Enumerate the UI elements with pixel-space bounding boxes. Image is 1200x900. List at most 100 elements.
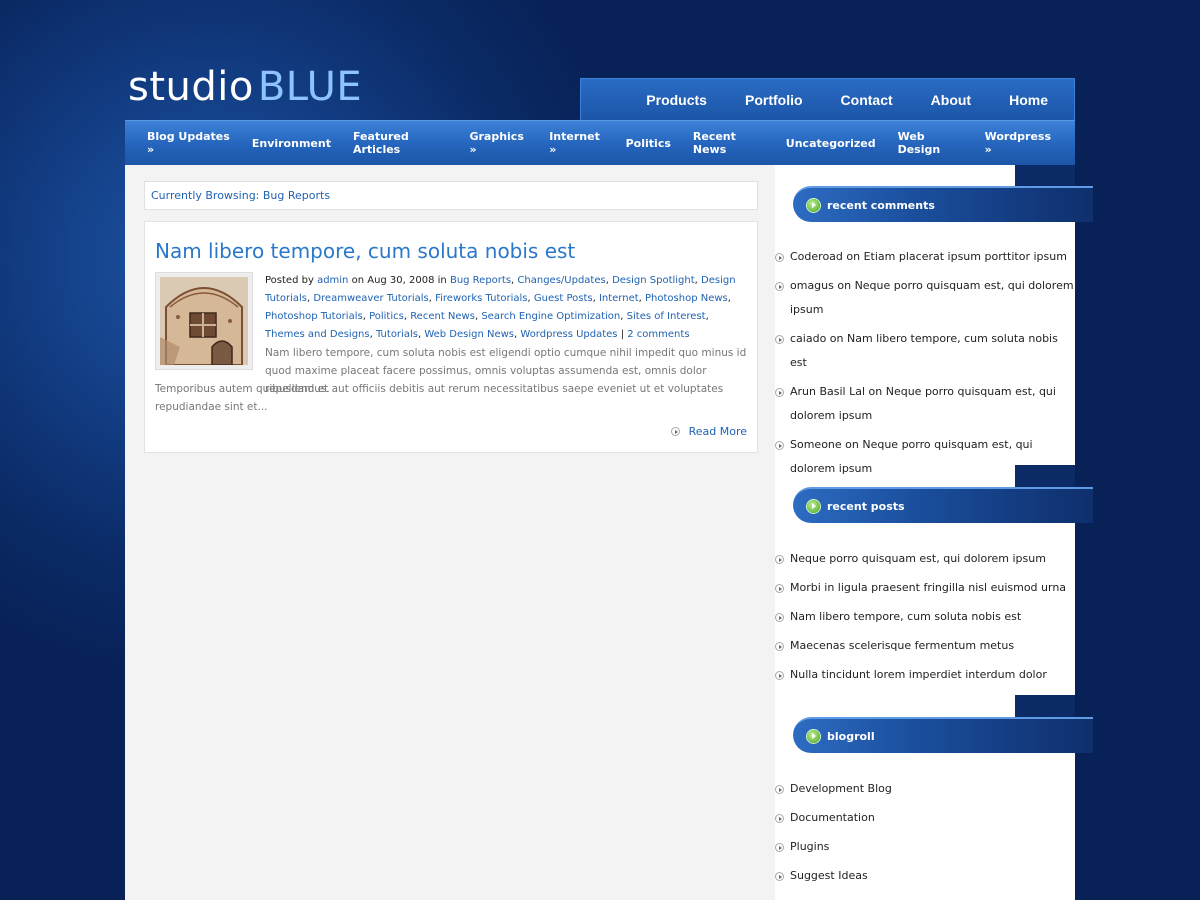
- list-item[interactable]: Suggest Ideas: [775, 864, 1075, 888]
- arrow-right-icon: [775, 282, 784, 291]
- blogroll-link[interactable]: Development Blog: [790, 777, 1075, 801]
- read-more-link[interactable]: Read More: [670, 425, 747, 438]
- arrow-right-icon: [775, 584, 784, 593]
- post-category-link[interactable]: Web Design News: [424, 329, 514, 340]
- blogroll-link[interactable]: Documentation: [790, 806, 1075, 830]
- logo-text-studio: studio: [128, 64, 254, 110]
- page-body: Currently Browsing: Bug Reports Nam libe…: [125, 165, 1093, 900]
- category-link-graphics[interactable]: Graphics »: [469, 130, 527, 156]
- list-item[interactable]: Plugins: [775, 835, 1075, 859]
- post-category-link[interactable]: Recent News: [410, 311, 475, 322]
- category-link-wordpress[interactable]: Wordpress »: [985, 130, 1053, 156]
- arrow-right-icon: [775, 253, 784, 262]
- list-item[interactable]: Nam libero tempore, cum soluta nobis est: [775, 605, 1075, 629]
- widget-header-recent-comments: recent comments: [793, 186, 1093, 222]
- main-content: Currently Browsing: Bug Reports Nam libe…: [125, 165, 775, 900]
- post-link[interactable]: Morbi in ligula praesent fringilla nisl …: [790, 576, 1075, 600]
- currently-browsing: Currently Browsing: Bug Reports: [144, 181, 758, 210]
- sidebar-cap: [1015, 695, 1075, 717]
- post-thumbnail[interactable]: [155, 272, 253, 370]
- post-category-link[interactable]: Wordpress Updates: [520, 329, 617, 340]
- blogroll-link[interactable]: Plugins: [790, 835, 1075, 859]
- comment-link[interactable]: omagus on Neque porro quisquam est, qui …: [790, 274, 1075, 322]
- arrow-right-icon: [775, 613, 784, 622]
- post-link[interactable]: Nam libero tempore, cum soluta nobis est: [790, 605, 1075, 629]
- list-item[interactable]: Arun Basil Lal on Neque porro quisquam e…: [775, 380, 1075, 428]
- category-link-web-design[interactable]: Web Design: [898, 130, 963, 156]
- post-category-link[interactable]: Internet: [599, 293, 639, 304]
- post-meta: Posted by admin on Aug 30, 2008 in Bug R…: [265, 275, 736, 340]
- comments-link[interactable]: 2 comments: [627, 329, 689, 340]
- arrow-right-icon: [670, 427, 680, 436]
- post-link[interactable]: Neque porro quisquam est, qui dolorem ip…: [790, 547, 1075, 571]
- read-more-label: Read More: [688, 425, 747, 438]
- list-item[interactable]: Coderoad on Etiam placerat ipsum porttit…: [775, 245, 1075, 269]
- list-item[interactable]: Nulla tincidunt lorem imperdiet interdum…: [775, 663, 1075, 687]
- top-navigation: Products Portfolio Contact About Home: [580, 78, 1075, 120]
- post-category-link[interactable]: Dreamweaver Tutorials: [313, 293, 428, 304]
- category-navigation: Blog Updates » Environment Featured Arti…: [125, 120, 1075, 165]
- category-link-blog-updates[interactable]: Blog Updates »: [147, 130, 230, 156]
- post-category-link[interactable]: Tutorials: [376, 329, 418, 340]
- post-category-link[interactable]: Design Spotlight: [612, 275, 695, 286]
- list-item[interactable]: Maecenas scelerisque fermentum metus: [775, 634, 1075, 658]
- post-entry: Nam libero tempore, cum soluta nobis est: [144, 221, 758, 453]
- list-item[interactable]: omagus on Neque porro quisquam est, qui …: [775, 274, 1075, 322]
- post-link[interactable]: Maecenas scelerisque fermentum metus: [790, 634, 1075, 658]
- category-link-politics[interactable]: Politics: [626, 137, 671, 150]
- arrow-right-icon: [775, 814, 784, 823]
- post-category-link[interactable]: Guest Posts: [534, 293, 593, 304]
- post-category-link[interactable]: Sites of Interest: [627, 311, 706, 322]
- category-link-uncategorized[interactable]: Uncategorized: [786, 137, 876, 150]
- post-category-link[interactable]: Search Engine Optimization: [481, 311, 620, 322]
- list-item[interactable]: caiado on Nam libero tempore, cum soluta…: [775, 327, 1075, 375]
- post-category-link[interactable]: Fireworks Tutorials: [435, 293, 527, 304]
- post-category-link[interactable]: Politics: [369, 311, 404, 322]
- arrow-right-icon: [775, 441, 784, 450]
- list-item[interactable]: Neque porro quisquam est, qui dolorem ip…: [775, 547, 1075, 571]
- site-logo[interactable]: studio BLUE: [128, 64, 362, 110]
- nav-link-about[interactable]: About: [931, 92, 971, 108]
- widget-title: recent comments: [827, 198, 935, 212]
- blogroll-link[interactable]: Suggest Ideas: [790, 864, 1075, 888]
- meta-separator: |: [620, 329, 625, 340]
- nav-link-portfolio[interactable]: Portfolio: [745, 92, 803, 108]
- post-author-link[interactable]: admin: [317, 275, 348, 286]
- nav-link-home[interactable]: Home: [1009, 92, 1048, 108]
- logo-text-blue: BLUE: [257, 64, 363, 110]
- widget-header-recent-posts: recent posts: [793, 487, 1093, 523]
- category-link-recent-news[interactable]: Recent News: [693, 130, 764, 156]
- go-arrow-icon: [807, 729, 820, 743]
- building-photo-icon: [160, 277, 248, 365]
- post-category-link[interactable]: Photoshop News: [645, 293, 728, 304]
- post-category-link[interactable]: Changes/Updates: [517, 275, 605, 286]
- recent-posts-list: Neque porro quisquam est, qui dolorem ip…: [775, 547, 1075, 692]
- post-category-link[interactable]: Photoshop Tutorials: [265, 311, 363, 322]
- post-link[interactable]: Nulla tincidunt lorem imperdiet interdum…: [790, 663, 1075, 687]
- arrow-right-icon: [775, 843, 784, 852]
- arrow-right-icon: [775, 785, 784, 794]
- category-link-featured-articles[interactable]: Featured Articles: [353, 130, 447, 156]
- arrow-right-icon: [775, 555, 784, 564]
- category-link-environment[interactable]: Environment: [252, 137, 331, 150]
- nav-link-products[interactable]: Products: [646, 92, 707, 108]
- list-item[interactable]: Documentation: [775, 806, 1075, 830]
- post-title[interactable]: Nam libero tempore, cum soluta nobis est: [155, 239, 575, 263]
- go-arrow-icon: [807, 499, 820, 513]
- arrow-right-icon: [775, 872, 784, 881]
- list-item[interactable]: Development Blog: [775, 777, 1075, 801]
- go-arrow-icon: [807, 198, 820, 212]
- category-link-internet[interactable]: Internet »: [549, 130, 603, 156]
- post-category-link[interactable]: Bug Reports: [450, 275, 511, 286]
- post-excerpt-full: Temporibus autem quibusdam et aut offici…: [155, 383, 724, 413]
- comment-link[interactable]: caiado on Nam libero tempore, cum soluta…: [790, 327, 1075, 375]
- arrow-right-icon: [775, 642, 784, 651]
- nav-link-contact[interactable]: Contact: [841, 92, 893, 108]
- sidebar-cap: [1015, 165, 1075, 187]
- comment-link[interactable]: Coderoad on Etiam placerat ipsum porttit…: [790, 245, 1075, 269]
- widget-title: blogroll: [827, 729, 875, 743]
- comment-link[interactable]: Arun Basil Lal on Neque porro quisquam e…: [790, 380, 1075, 428]
- list-item[interactable]: Morbi in ligula praesent fringilla nisl …: [775, 576, 1075, 600]
- arrow-right-icon: [775, 671, 784, 680]
- post-category-link[interactable]: Themes and Designs: [265, 329, 370, 340]
